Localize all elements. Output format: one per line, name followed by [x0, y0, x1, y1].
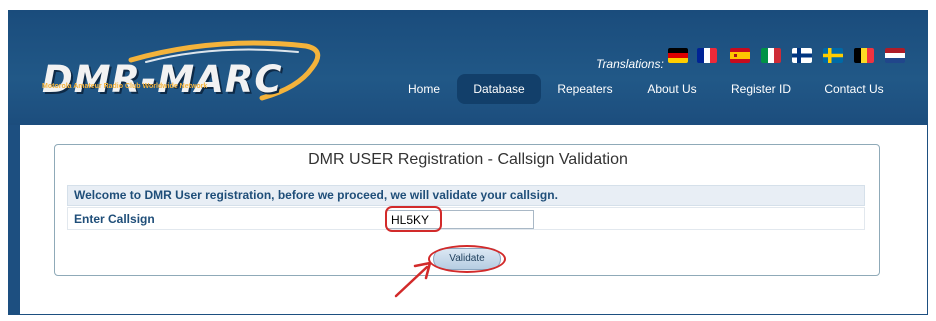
welcome-message: Welcome to DMR User registration, before… — [67, 185, 865, 206]
germany-flag-icon[interactable] — [668, 48, 688, 63]
nav-item-repeaters[interactable]: Repeaters — [550, 74, 620, 104]
nav-item-about-us[interactable]: About Us — [640, 74, 704, 104]
france-flag-icon[interactable] — [697, 48, 717, 63]
callsign-row: Enter Callsign — [67, 207, 865, 230]
validate-button[interactable]: Validate — [433, 248, 501, 270]
callsign-label: Enter Callsign — [74, 212, 155, 226]
translations-label: Translations: — [596, 57, 664, 71]
nav-item-register-id[interactable]: Register ID — [724, 74, 798, 104]
finland-flag-icon[interactable] — [792, 48, 812, 63]
netherlands-flag-icon[interactable] — [885, 48, 905, 63]
sweden-flag-icon[interactable] — [823, 48, 843, 63]
callsign-input[interactable] — [386, 210, 534, 229]
italy-flag-icon[interactable] — [761, 48, 781, 63]
page-frame: DMR-MARC Motorola Amateur Radio Club Wor… — [8, 10, 928, 315]
site-header: DMR-MARC Motorola Amateur Radio Club Wor… — [8, 10, 928, 125]
content-panel: DMR USER Registration - Callsign Validat… — [20, 125, 927, 314]
arrow-annotation-icon — [394, 261, 432, 298]
spain-flag-icon[interactable] — [730, 48, 750, 63]
nav-item-contact-us[interactable]: Contact Us — [816, 74, 892, 104]
nav-item-home[interactable]: Home — [400, 74, 448, 104]
main-nav: Home Database Repeaters About Us Registe… — [8, 74, 928, 106]
nav-item-database[interactable]: Database — [457, 74, 541, 104]
belgium-flag-icon[interactable] — [854, 48, 874, 63]
registration-card: DMR USER Registration - Callsign Validat… — [54, 144, 880, 276]
form-title: DMR USER Registration - Callsign Validat… — [308, 151, 628, 168]
